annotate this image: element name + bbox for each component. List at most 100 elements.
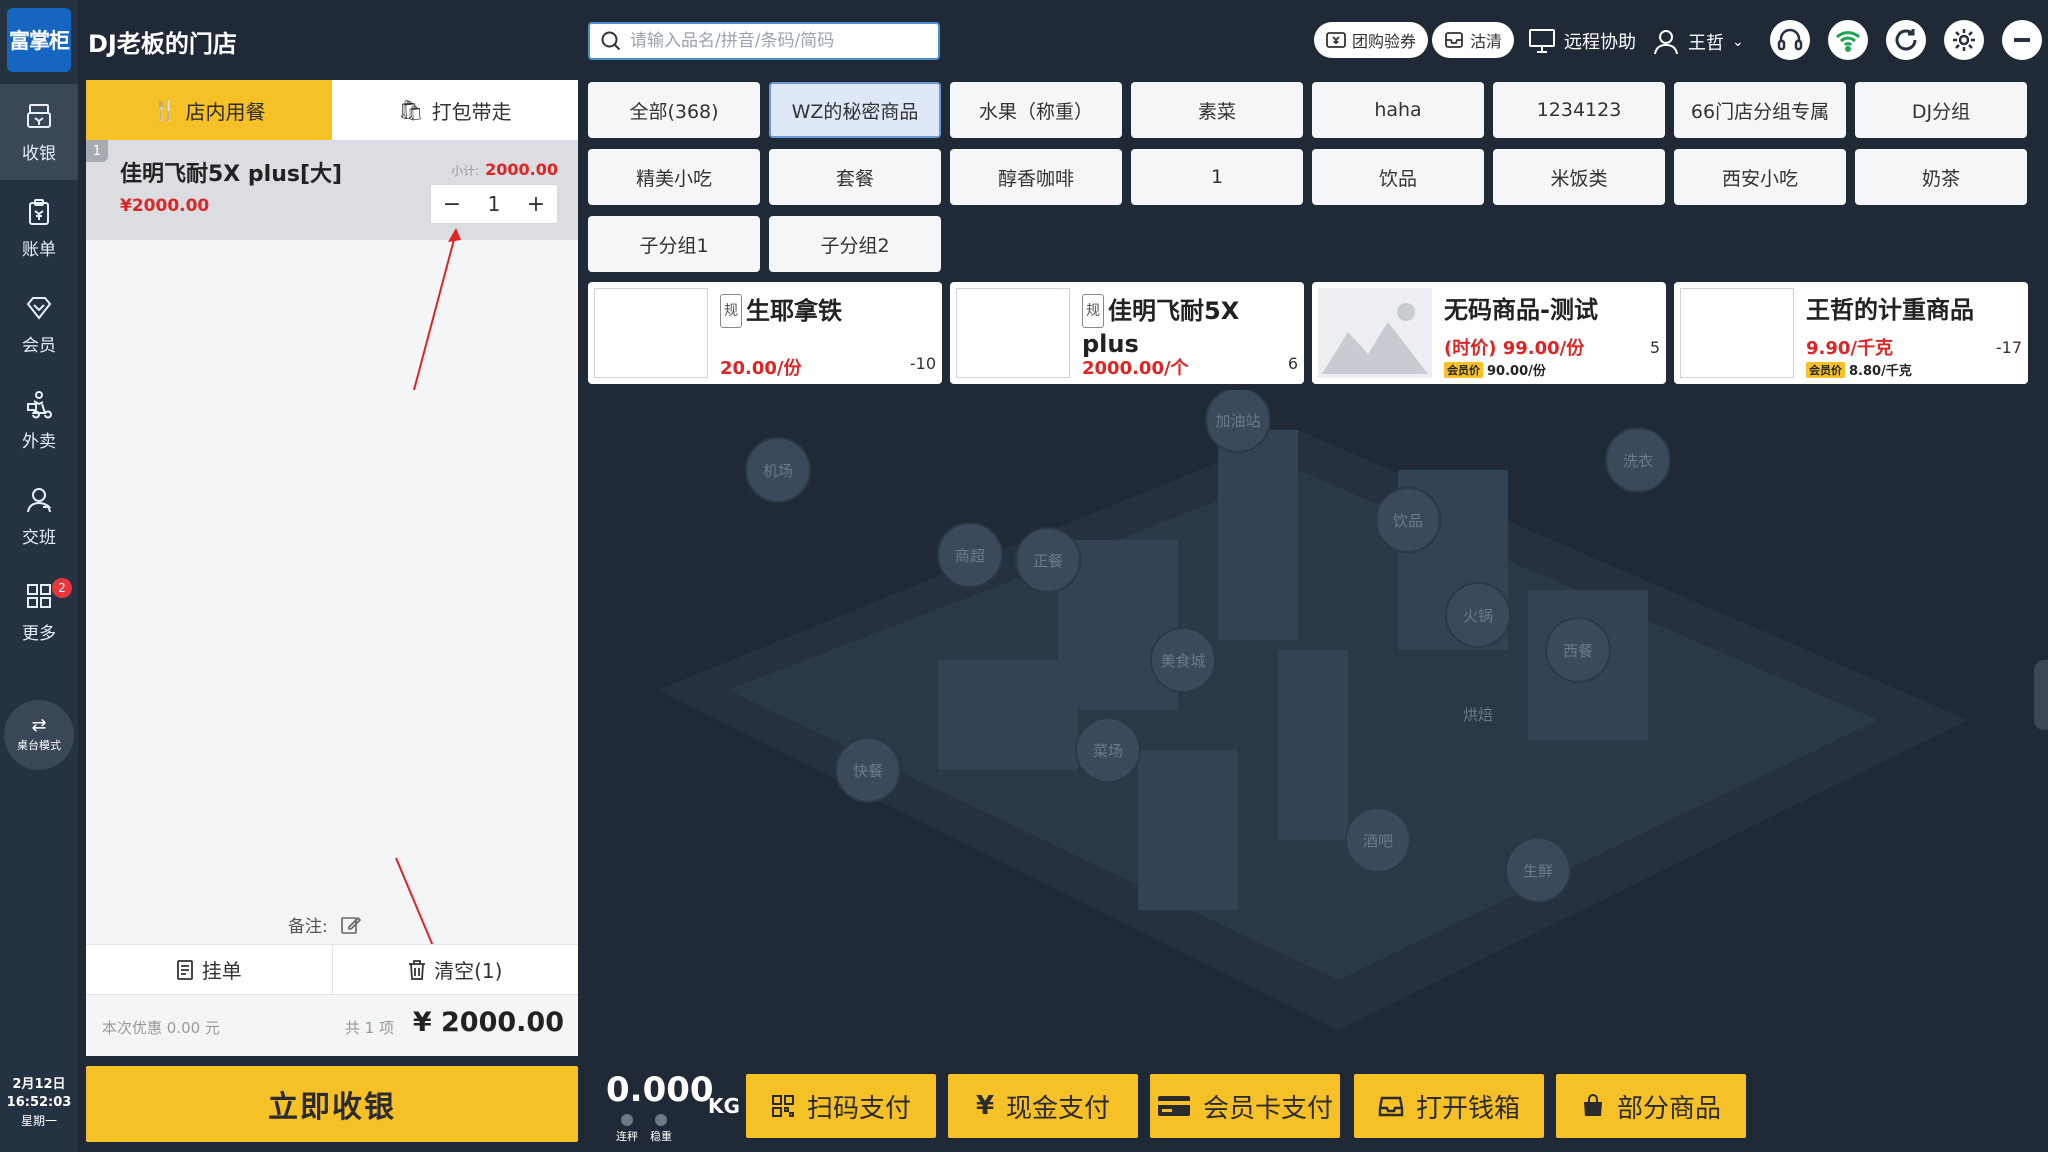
member-tag: 会员价 (1806, 361, 1845, 378)
member-card-pay-button[interactable]: 会员卡支付 (1150, 1074, 1340, 1138)
nav-label: 收银 (22, 143, 56, 164)
user-name: 王哲 (1688, 33, 1724, 54)
left-nav: 富掌柜 收银 账单 会员 外卖 交班 更多 2 ⇄ 桌台模式 2月12日 16:… (0, 0, 78, 1152)
quantity-value[interactable]: 1 (473, 192, 515, 216)
order-line-item[interactable]: 1 佳明飞耐5X plus[大] ¥2000.00 小计: 2000.00 − 1… (86, 140, 578, 240)
user-menu[interactable]: 王哲 ⌄ (1652, 28, 1744, 56)
image-placeholder-icon (1318, 288, 1432, 378)
nav-more[interactable]: 更多 2 (0, 564, 78, 660)
product-price: (时价) 99.00/份 (1444, 338, 1585, 359)
hold-order-button[interactable]: 挂单 (86, 945, 332, 994)
nav-member[interactable]: 会员 (0, 276, 78, 372)
nav-label: 交班 (22, 527, 56, 548)
edit-icon[interactable] (340, 914, 362, 936)
increase-button[interactable]: + (515, 192, 557, 217)
city-label: 生鲜 (1523, 862, 1553, 880)
cashier-icon (27, 103, 51, 128)
nav-label: 外卖 (22, 431, 56, 452)
item-index: 1 (86, 140, 108, 162)
qr-pay-button[interactable]: 扫码支付 (746, 1074, 936, 1138)
decrease-button[interactable]: − (431, 192, 473, 217)
category-button[interactable]: 醇香咖啡 (950, 149, 1122, 205)
search-box[interactable] (588, 22, 940, 60)
remark-row[interactable]: 备注: (288, 912, 362, 937)
checkout-button[interactable]: 立即收银 (86, 1066, 578, 1142)
city-label: 西餐 (1563, 642, 1593, 660)
side-collapse-tab[interactable] (2034, 660, 2048, 730)
shift-icon (27, 487, 52, 512)
product-card[interactable]: 无码商品-测试 (时价) 99.00/份 会员价 90.00/份 5 (1312, 282, 1666, 384)
city-label: 火锅 (1463, 607, 1493, 625)
category-button[interactable]: 素菜 (1131, 82, 1303, 138)
tab-takeaway[interactable]: 🛍 打包带走 (332, 80, 578, 140)
remark-label: 备注: (288, 917, 328, 937)
product-card[interactable]: 规佳明飞耐5X plus 2000.00/个 6 (950, 282, 1304, 384)
coupon-icon (1326, 32, 1346, 48)
minimize-button[interactable] (2002, 20, 2042, 60)
clear-order-button[interactable]: 清空(1) (331, 945, 579, 994)
product-stock: -10 (909, 354, 936, 373)
product-price: 20.00/份 (720, 358, 802, 379)
category-button[interactable]: 66门店分组专属 (1674, 82, 1846, 138)
swap-icon: ⇄ (31, 715, 47, 736)
nav-bill[interactable]: 账单 (0, 180, 78, 276)
category-button[interactable]: WZ的秘密商品 (769, 82, 941, 138)
city-label: 快餐 (853, 762, 883, 780)
settings-button[interactable] (1944, 20, 1984, 60)
nav-label: 更多 (22, 623, 56, 644)
product-stock: 6 (1287, 354, 1298, 373)
category-button[interactable]: 饮品 (1312, 149, 1484, 205)
search-input[interactable] (630, 31, 920, 51)
category-button[interactable]: 米饭类 (1493, 149, 1665, 205)
category-button[interactable]: 全部(368) (588, 82, 760, 138)
clean-label: 沽清 (1470, 32, 1503, 51)
refresh-button[interactable] (1886, 20, 1926, 60)
category-button[interactable]: DJ分组 (1855, 82, 2027, 138)
category-button[interactable]: 子分组1 (588, 216, 760, 272)
product-card[interactable]: 王哲的计重商品 9.90/千克 会员价 8.80/千克 -17 (1674, 282, 2028, 384)
store-name: DJ老板的门店 (88, 30, 237, 58)
open-drawer-button[interactable]: 打开钱箱 (1354, 1074, 1544, 1138)
support-button[interactable] (1770, 20, 1810, 60)
remote-assist-button[interactable]: 远程协助 (1528, 28, 1636, 54)
group-coupon-label: 团购验券 (1352, 32, 1417, 51)
tab-dine-in[interactable]: 🍴 店内用餐 (86, 80, 332, 140)
card-icon (1157, 1096, 1190, 1116)
headset-icon (1777, 28, 1803, 51)
category-button[interactable]: haha (1312, 82, 1484, 138)
product-image (956, 288, 1070, 378)
clean-button[interactable]: 沽清 (1432, 22, 1515, 58)
nav-label: 会员 (22, 335, 56, 356)
category-button[interactable]: 1234123 (1493, 82, 1665, 138)
indicator-continuous: 连秤 (616, 1114, 638, 1144)
category-button[interactable]: 精美小吃 (588, 149, 760, 205)
member-icon (26, 296, 52, 320)
order-type-tabs: 🍴 店内用餐 🛍 打包带走 (86, 80, 578, 140)
category-button[interactable]: 子分组2 (769, 216, 941, 272)
grid-icon (27, 583, 51, 608)
partial-items-button[interactable]: 部分商品 (1556, 1074, 1746, 1138)
group-coupon-button[interactable]: 团购验券 (1314, 22, 1429, 58)
order-panel: 🍴 店内用餐 🛍 打包带走 1 佳明飞耐5X plus[大] ¥2000.00 … (86, 80, 578, 1056)
product-card[interactable]: 规生耶拿铁 20.00/份 -10 (588, 282, 942, 384)
scale-indicators: 连秤 稳重 (616, 1114, 672, 1144)
category-button[interactable]: 奶茶 (1855, 149, 2027, 205)
nav-shift[interactable]: 交班 (0, 468, 78, 564)
scale-readout: 0.000 KG 连秤 稳重 (606, 1070, 740, 1143)
cash-pay-button[interactable]: ¥ 现金支付 (948, 1074, 1138, 1138)
drawer-icon (1378, 1096, 1404, 1117)
city-label: 酒吧 (1363, 832, 1393, 850)
user-icon (1654, 30, 1678, 55)
city-label: 加油站 (1215, 412, 1260, 430)
table-mode-button[interactable]: ⇄ 桌台模式 (4, 700, 74, 770)
partial-items-label: 部分商品 (1616, 1093, 1721, 1124)
nav-takeout[interactable]: 外卖 (0, 372, 78, 468)
category-button[interactable]: 1 (1131, 149, 1303, 205)
category-button[interactable]: 西安小吃 (1674, 149, 1846, 205)
table-mode-label: 桌台模式 (17, 739, 61, 752)
network-status[interactable] (1828, 20, 1868, 60)
nav-cashier[interactable]: 收银 (0, 84, 78, 180)
category-button[interactable]: 套餐 (769, 149, 941, 205)
order-actions: 挂单 清空(1) (86, 944, 578, 994)
category-button[interactable]: 水果（称重） (950, 82, 1122, 138)
